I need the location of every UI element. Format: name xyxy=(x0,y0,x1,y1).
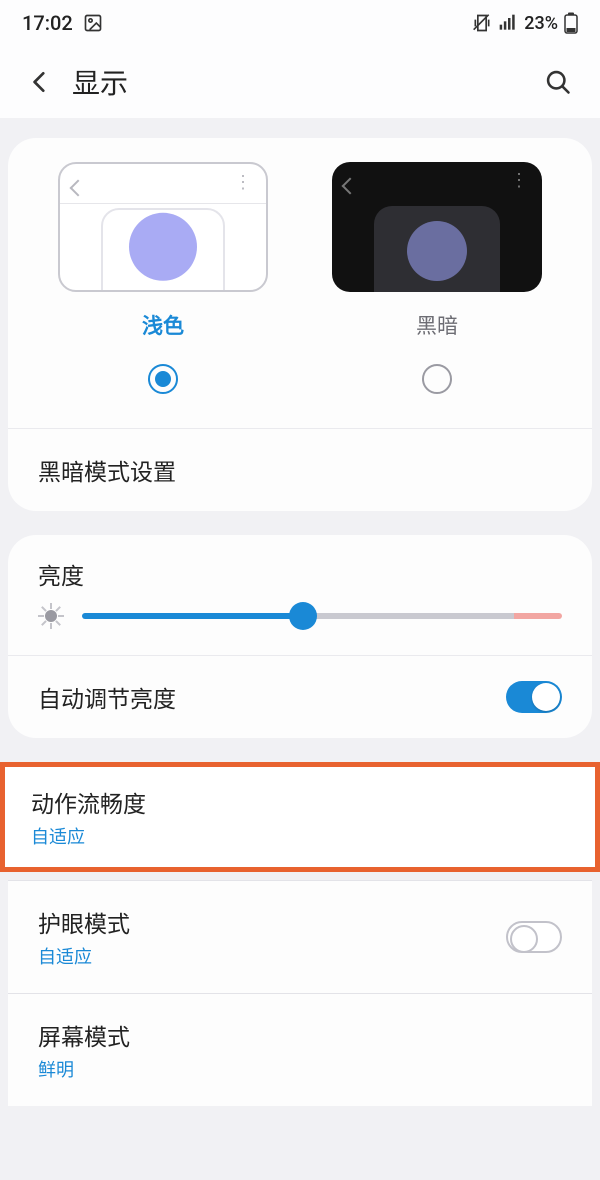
theme-preview-light xyxy=(58,162,268,292)
picture-icon xyxy=(83,13,103,33)
screen-mode-label: 屏幕模式 鲜明 xyxy=(38,1018,562,1082)
battery-text: 23% xyxy=(524,13,558,34)
brightness-card: 亮度 自动调节亮度 xyxy=(8,535,592,738)
screen-mode-row[interactable]: 屏幕模式 鲜明 xyxy=(8,993,592,1106)
brightness-label: 亮度 xyxy=(38,557,562,591)
status-time: 17:02 xyxy=(22,11,73,35)
screen-mode-title: 屏幕模式 xyxy=(38,1024,130,1051)
page-header: 显示 xyxy=(0,46,600,118)
motion-smoothness-label: 动作流畅度 自适应 xyxy=(31,785,569,849)
dark-mode-settings-row[interactable]: 黑暗模式设置 xyxy=(8,429,592,511)
theme-card: 浅色 黑暗 黑暗模式设置 xyxy=(8,138,592,511)
eye-comfort-value: 自适应 xyxy=(38,943,506,969)
theme-label-light: 浅色 xyxy=(142,310,184,340)
brightness-slider[interactable] xyxy=(82,613,562,619)
page-title: 显示 xyxy=(72,62,536,102)
motion-smoothness-value: 自适应 xyxy=(31,823,569,849)
motion-smoothness-row[interactable]: 动作流畅度 自适应 xyxy=(5,767,595,867)
vibrate-icon xyxy=(472,13,492,33)
dark-mode-settings-label: 黑暗模式设置 xyxy=(38,453,562,487)
theme-preview-dark xyxy=(332,162,542,292)
brightness-thumb[interactable] xyxy=(289,602,317,630)
theme-option-dark[interactable]: 黑暗 xyxy=(300,162,574,394)
back-button[interactable] xyxy=(20,69,60,95)
eye-comfort-row[interactable]: 护眼模式 自适应 xyxy=(8,880,592,993)
eye-comfort-title: 护眼模式 xyxy=(38,911,130,938)
radio-light[interactable] xyxy=(148,364,178,394)
auto-brightness-label: 自动调节亮度 xyxy=(38,680,506,714)
battery-icon xyxy=(564,12,578,34)
motion-smoothness-title: 动作流畅度 xyxy=(31,791,146,818)
eye-comfort-label: 护眼模式 自适应 xyxy=(38,905,506,969)
brightness-slider-row xyxy=(8,599,592,655)
signal-icon xyxy=(498,13,518,33)
motion-smoothness-highlight: 动作流畅度 自适应 xyxy=(0,762,600,872)
eye-comfort-toggle[interactable] xyxy=(506,921,562,953)
auto-brightness-row[interactable]: 自动调节亮度 xyxy=(8,655,592,738)
status-bar: 17:02 23% xyxy=(0,0,600,46)
theme-option-light[interactable]: 浅色 xyxy=(26,162,300,394)
auto-brightness-toggle[interactable] xyxy=(506,681,562,713)
search-button[interactable] xyxy=(536,68,580,96)
theme-label-dark: 黑暗 xyxy=(416,310,458,340)
display-options-list: 护眼模式 自适应 屏幕模式 鲜明 xyxy=(8,880,592,1106)
screen-mode-value: 鲜明 xyxy=(38,1056,562,1082)
radio-dark[interactable] xyxy=(422,364,452,394)
brightness-low-icon xyxy=(38,603,64,629)
